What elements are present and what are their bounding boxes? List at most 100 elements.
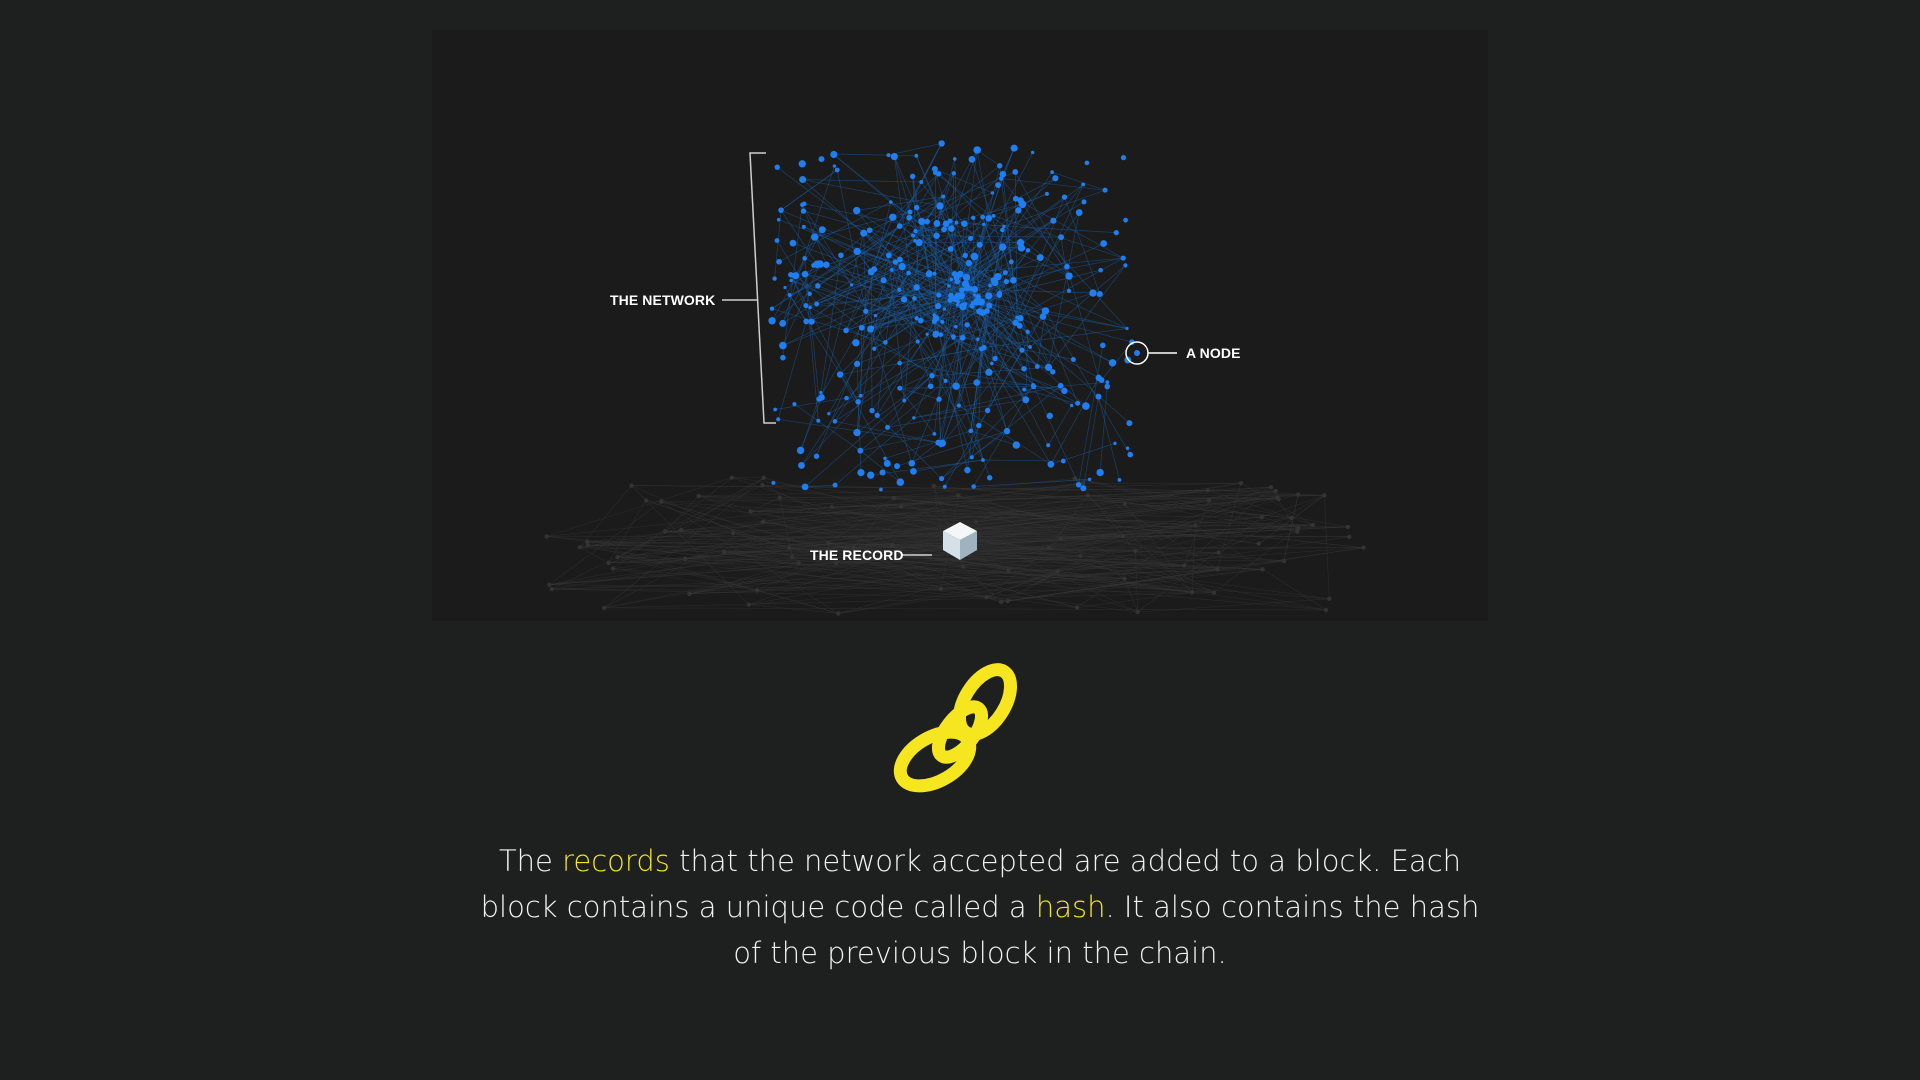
caption-part-1: The [498, 844, 563, 878]
floor-node [1346, 534, 1352, 540]
network-node [1065, 272, 1073, 280]
network-node [818, 394, 825, 401]
network-node [1015, 207, 1022, 214]
network-node [909, 173, 916, 180]
network-node [852, 339, 860, 347]
network-node [998, 243, 1007, 251]
floor-node [1323, 607, 1329, 613]
node-label: A NODE [1186, 345, 1241, 361]
network-node [1127, 451, 1134, 458]
network-node [986, 302, 993, 309]
network-node [925, 270, 933, 278]
network-node [1096, 290, 1103, 297]
network-node [942, 484, 947, 489]
network-edge [888, 143, 942, 156]
network-node [1025, 329, 1030, 335]
network-node [1108, 359, 1117, 367]
network-node [808, 305, 812, 310]
network-node [1126, 420, 1133, 427]
network-node [811, 262, 817, 268]
network-node [932, 170, 938, 176]
network-node [1102, 187, 1108, 193]
network-node [827, 411, 831, 416]
network-node [960, 220, 968, 228]
network-edge [1099, 386, 1108, 473]
network-edge [934, 168, 983, 218]
network-node [888, 200, 893, 204]
network-node [912, 296, 917, 301]
network-node [818, 226, 826, 234]
network-node [1113, 230, 1119, 236]
network-node [776, 417, 781, 422]
network-node [773, 407, 778, 412]
network-node [973, 146, 981, 154]
network-node [996, 292, 1003, 298]
network-node [982, 222, 986, 226]
network-node [929, 373, 935, 379]
network-node [771, 480, 776, 485]
network-node [838, 252, 844, 259]
network-node [961, 280, 970, 288]
network-node [957, 292, 966, 300]
network-node [1012, 441, 1021, 449]
network-node [962, 273, 971, 282]
network-node [932, 271, 937, 276]
network-node [1075, 209, 1083, 216]
network-edge [916, 207, 1070, 277]
network-node [1046, 443, 1051, 448]
network-edge [983, 223, 1041, 258]
network-node [1064, 263, 1070, 270]
network-node [858, 393, 863, 398]
network-node [774, 238, 780, 243]
floor-node [1193, 523, 1198, 528]
network-node [830, 150, 838, 159]
network-node [880, 277, 887, 284]
network-node [1003, 427, 1011, 435]
network-edge [856, 363, 862, 473]
network-node [939, 475, 945, 482]
network-node [968, 286, 974, 291]
network-node [843, 327, 849, 334]
network-node [779, 319, 787, 327]
network-node [913, 284, 920, 291]
network-node [938, 439, 946, 447]
network-node [959, 334, 966, 341]
network-node [936, 292, 942, 298]
network-node [913, 239, 917, 243]
network-node [964, 466, 971, 474]
network-node [992, 355, 998, 362]
network-node [924, 218, 930, 225]
network-node [867, 325, 874, 333]
network-node [935, 302, 942, 310]
network-node [948, 292, 954, 299]
network-node [879, 487, 883, 492]
network-node [897, 256, 903, 263]
network-node [844, 395, 849, 401]
network-node [995, 182, 1001, 188]
network-node [976, 422, 982, 429]
network-node [808, 318, 815, 325]
network-node [1044, 191, 1049, 196]
network-node [952, 157, 957, 161]
network-node [1022, 396, 1030, 404]
network-edge [780, 209, 889, 257]
network-node [976, 337, 980, 341]
network-graph [544, 140, 1366, 616]
network-node [1012, 169, 1019, 175]
network-node [890, 152, 898, 161]
network-node [789, 239, 797, 247]
network-node [1095, 393, 1102, 400]
network-node [1075, 481, 1082, 488]
network-node [964, 322, 970, 328]
floor-edge [1324, 495, 1330, 599]
network-node [816, 418, 821, 423]
network-node [886, 153, 891, 158]
network-node [1082, 402, 1090, 410]
network-node [1050, 170, 1055, 175]
network-node [962, 252, 968, 259]
network-node [985, 292, 993, 300]
network-node [1052, 175, 1059, 182]
network-node [933, 220, 941, 227]
network-illustration: THE NETWORK A NODE THE RECORD [432, 30, 1488, 621]
network-node [1120, 255, 1126, 261]
